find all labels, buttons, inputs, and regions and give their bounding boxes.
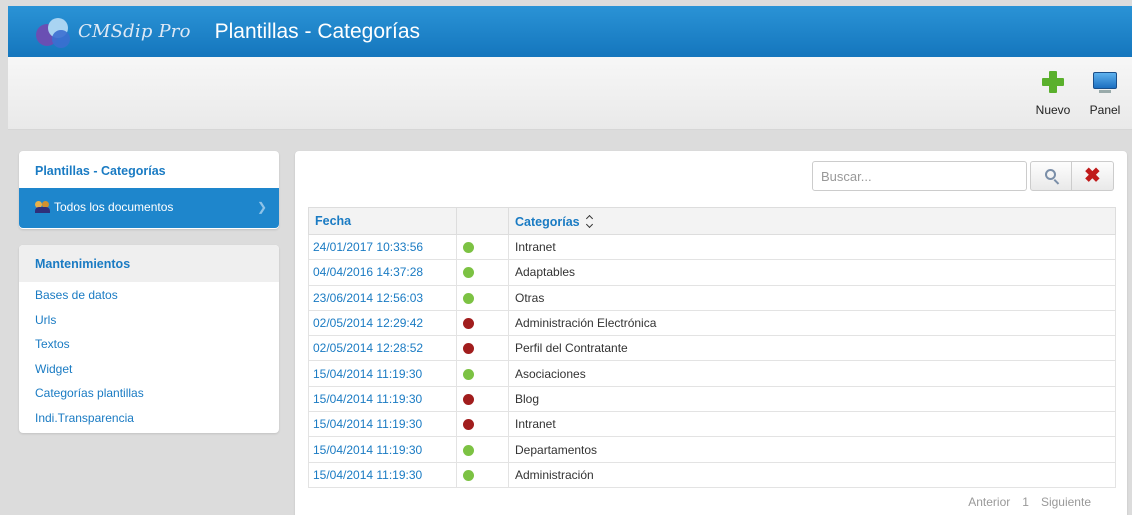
plus-icon [1042, 71, 1064, 93]
table-row[interactable]: 15/04/2014 11:19:30 Administración [308, 461, 1116, 488]
status-cell [456, 385, 509, 413]
new-button-label: Nuevo [1035, 103, 1071, 117]
status-cell [456, 360, 509, 387]
close-icon: ✖ [1084, 165, 1101, 187]
row-category-name: Administración Electrónica [508, 309, 1116, 337]
status-cell [456, 309, 509, 337]
top-bar: CMSdip Pro Plantillas - Categorías [8, 6, 1132, 57]
sort-icon [586, 216, 594, 228]
table-row[interactable]: 04/04/2016 14:37:28 Adaptables [308, 259, 1116, 286]
sidebar-section-title: Mantenimientos [19, 245, 279, 282]
status-dot-icon [463, 368, 474, 380]
row-category-name: Administración [508, 461, 1116, 488]
new-button[interactable]: Nuevo [1028, 69, 1078, 117]
sidebar-link-widget[interactable]: Widget [35, 362, 279, 387]
row-date-link[interactable]: 15/04/2014 11:19:30 [308, 385, 457, 413]
status-dot-icon [463, 318, 474, 330]
clear-search-button[interactable]: ✖ [1072, 161, 1114, 191]
table-row[interactable]: 15/04/2014 11:19:30 Departamentos [308, 436, 1116, 463]
table-row[interactable]: 02/05/2014 12:29:42 Administración Electr… [308, 309, 1116, 337]
row-date-link[interactable]: 15/04/2014 11:19:30 [308, 411, 457, 438]
table-row[interactable]: 02/05/2014 12:28:52 Perfil del Contratant… [308, 335, 1116, 362]
row-date-link[interactable]: 23/06/2014 12:56:03 [308, 284, 457, 311]
toolbar: Nuevo Panel [8, 57, 1132, 130]
panel-button[interactable]: Panel [1080, 69, 1130, 117]
logo-icon [36, 16, 74, 48]
status-dot-icon [463, 419, 474, 431]
column-header-categories[interactable]: Categorías [508, 207, 1116, 235]
search-input[interactable] [812, 161, 1027, 191]
row-date-link[interactable]: 02/05/2014 12:28:52 [308, 335, 457, 362]
row-date-link[interactable]: 04/04/2016 14:37:28 [308, 259, 457, 286]
row-date-link[interactable]: 15/04/2014 11:19:30 [308, 360, 457, 387]
row-date-link[interactable]: 15/04/2014 11:19:30 [308, 461, 457, 488]
row-category-name: Intranet [508, 411, 1116, 438]
brand-logo[interactable]: CMSdip Pro [36, 16, 191, 48]
sidebar-link-transparency[interactable]: Indi.Transparencia [35, 411, 279, 436]
sidebar-item-all-documents[interactable]: Todos los documentos ❯ [19, 188, 279, 228]
status-cell [456, 259, 509, 286]
row-date-link[interactable]: 15/04/2014 11:19:30 [308, 436, 457, 463]
status-dot-icon [463, 267, 474, 279]
search-button[interactable] [1030, 161, 1072, 191]
table-row[interactable]: 15/04/2014 11:19:30 Asociaciones [308, 360, 1116, 387]
column-header-status [456, 207, 509, 235]
pagination-page-number[interactable]: 1 [1022, 495, 1029, 509]
sidebar-section-templates: Plantillas - Categorías Todos los docume… [19, 151, 279, 229]
pagination-next[interactable]: Siguiente [1041, 495, 1091, 509]
row-category-name: Perfil del Contratante [508, 335, 1116, 362]
sidebar-section-title: Plantillas - Categorías [35, 164, 166, 178]
table-row[interactable]: 23/06/2014 12:56:03 Otras [308, 284, 1116, 311]
status-dot-icon [463, 292, 474, 304]
users-icon [35, 201, 51, 213]
status-cell [456, 233, 509, 261]
status-cell [456, 284, 509, 311]
pagination: Anterior 1 Siguiente [968, 495, 1091, 509]
table-header-row: Fecha Categorías [308, 207, 1116, 235]
row-category-name: Blog [508, 385, 1116, 413]
sidebar-link-texts[interactable]: Textos [35, 337, 279, 362]
sidebar-section-maintenance: Mantenimientos Bases de datos Urls Texto… [19, 245, 279, 433]
search-icon [1045, 169, 1056, 180]
status-dot-icon [463, 444, 474, 456]
table-row[interactable]: 15/04/2014 11:19:30 Blog [308, 385, 1116, 413]
status-dot-icon [463, 242, 474, 254]
main-panel: ✖ Fecha Categorías 24/01/2017 10:33:56 In… [295, 151, 1127, 515]
monitor-icon [1093, 72, 1117, 89]
row-date-link[interactable]: 24/01/2017 10:33:56 [308, 233, 457, 261]
row-category-name: Otras [508, 284, 1116, 311]
row-category-name: Asociaciones [508, 360, 1116, 387]
column-header-date[interactable]: Fecha [308, 207, 457, 235]
row-category-name: Intranet [508, 233, 1116, 261]
page-title: Plantillas - Categorías [214, 19, 421, 43]
sidebar-link-databases[interactable]: Bases de datos [35, 288, 279, 313]
table-row[interactable]: 15/04/2014 11:19:30 Intranet [308, 411, 1116, 438]
pagination-previous[interactable]: Anterior [968, 495, 1010, 509]
categories-table: Fecha Categorías 24/01/2017 10:33:56 Intr… [308, 207, 1116, 488]
chevron-right-icon: ❯ [256, 200, 267, 214]
status-dot-icon [463, 393, 474, 405]
row-category-name: Departamentos [508, 436, 1116, 463]
maintenance-links: Bases de datos Urls Textos Widget Catego… [19, 282, 279, 436]
status-cell [456, 411, 509, 438]
brand-name: CMSdip Pro [78, 21, 191, 42]
status-dot-icon [463, 469, 474, 481]
status-cell [456, 436, 509, 463]
status-cell [456, 461, 509, 488]
panel-button-label: Panel [1089, 103, 1121, 117]
row-date-link[interactable]: 02/05/2014 12:29:42 [308, 309, 457, 337]
row-category-name: Adaptables [508, 259, 1116, 286]
sidebar-item-label: Todos los documentos [54, 200, 174, 214]
sidebar-link-urls[interactable]: Urls [35, 313, 279, 338]
status-cell [456, 335, 509, 362]
sidebar-link-template-categories[interactable]: Categorías plantillas [35, 386, 279, 411]
table-row[interactable]: 24/01/2017 10:33:56 Intranet [308, 233, 1116, 261]
status-dot-icon [463, 343, 474, 355]
